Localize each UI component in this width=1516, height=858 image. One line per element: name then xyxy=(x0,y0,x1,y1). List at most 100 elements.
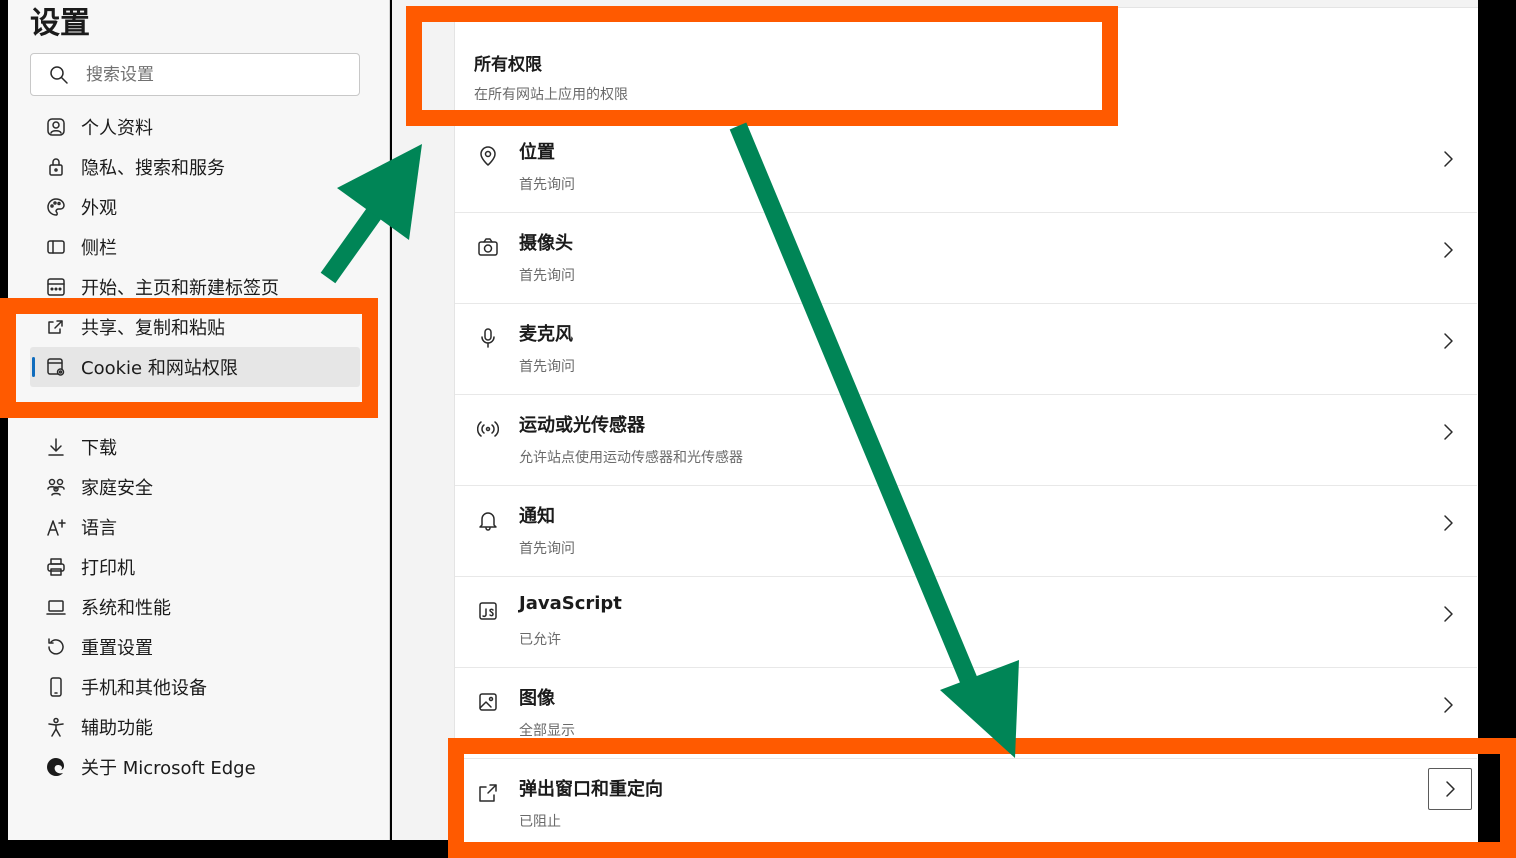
popup-icon xyxy=(479,784,497,802)
laptop-icon xyxy=(46,600,66,615)
sidebar-item-label: 下载 xyxy=(81,438,117,459)
chevron-right-icon xyxy=(1444,242,1453,258)
search-icon xyxy=(50,66,68,84)
profile-icon xyxy=(47,118,65,136)
bell-icon xyxy=(479,512,497,531)
search-settings-box[interactable] xyxy=(30,53,360,96)
sidebar-item-label: 个人资料 xyxy=(81,118,153,139)
permission-row-javascript[interactable]: JavaScript 已允许 xyxy=(455,577,1477,668)
phone-icon xyxy=(50,677,62,697)
chevron-right-icon xyxy=(1444,424,1453,440)
camera-icon xyxy=(478,238,498,256)
sidebar-item-share[interactable]: 共享、复制和粘贴 xyxy=(30,307,360,347)
permission-status: 全部显示 xyxy=(519,723,575,739)
chevron-right-icon xyxy=(1444,333,1453,349)
home-tab-icon xyxy=(47,278,65,296)
sidebar-title: 设置 xyxy=(30,6,90,41)
sidebar-item-label: 共享、复制和粘贴 xyxy=(81,318,225,339)
sidebar-item-printers[interactable]: 打印机 xyxy=(30,547,360,587)
download-icon xyxy=(48,438,64,456)
sidebar-item-accessibility[interactable]: 辅助功能 xyxy=(30,707,360,747)
sidebar-item-start-home[interactable]: 开始、主页和新建标签页 xyxy=(30,267,360,307)
permission-title: 弹出窗口和重定向 xyxy=(519,779,663,800)
all-permissions-title: 所有权限 xyxy=(474,55,542,75)
image-icon xyxy=(479,693,497,711)
chevron-right-icon xyxy=(1444,515,1453,531)
reset-icon xyxy=(48,638,64,655)
chevron-right-icon xyxy=(1444,697,1453,713)
sensor-icon xyxy=(477,421,499,437)
sidebar-item-label: 家庭安全 xyxy=(81,478,153,499)
permission-row-location[interactable]: 位置 首先询问 xyxy=(455,122,1477,213)
cookie-settings-icon xyxy=(47,358,65,376)
sidebar-item-label: 语言 xyxy=(81,518,117,539)
sidebar-item-system[interactable]: 系统和性能 xyxy=(30,587,360,627)
frame-border-right xyxy=(1478,0,1516,858)
sidebar-icon xyxy=(47,240,65,254)
permission-title: 通知 xyxy=(519,506,555,527)
permission-title: 图像 xyxy=(519,688,555,709)
edge-logo-icon xyxy=(47,758,64,776)
permission-status: 首先询问 xyxy=(519,359,575,375)
share-icon xyxy=(48,320,63,334)
frame-border-left xyxy=(0,0,8,858)
chevron-right-icon xyxy=(1444,151,1453,167)
permission-status: 已允许 xyxy=(519,632,561,648)
permission-title: 摄像头 xyxy=(519,233,573,254)
printer-icon xyxy=(47,558,65,576)
chevron-right-icon xyxy=(1444,606,1453,622)
permission-row-images[interactable]: 图像 全部显示 xyxy=(455,668,1477,759)
search-input[interactable] xyxy=(86,62,346,88)
permission-row-microphone[interactable]: 麦克风 首先询问 xyxy=(455,304,1477,395)
sidebar-item-reset[interactable]: 重置设置 xyxy=(30,627,360,667)
sidebar-item-label: 侧栏 xyxy=(81,238,117,259)
sidebar-item-label: 打印机 xyxy=(81,558,135,579)
settings-sidebar: 设置 个人资料 隐私、搜索和服务 外观 侧栏 开始、主页和新建标签页 共享、复制… xyxy=(8,0,390,840)
permission-row-notifications[interactable]: 通知 首先询问 xyxy=(455,486,1477,577)
sidebar-item-about[interactable]: 关于 Microsoft Edge xyxy=(30,747,360,787)
sidebar-item-label: 外观 xyxy=(81,198,117,219)
lock-icon xyxy=(49,158,63,176)
permission-status: 允许站点使用运动传感器和光传感器 xyxy=(519,450,743,466)
sidebar-item-downloads[interactable]: 下载 xyxy=(30,427,360,467)
permission-title: 位置 xyxy=(519,142,555,163)
permission-title: 运动或光传感器 xyxy=(519,415,645,436)
sidebar-item-profile[interactable]: 个人资料 xyxy=(30,107,360,147)
sidebar-item-phone[interactable]: 手机和其他设备 xyxy=(30,667,360,707)
sidebar-item-privacy[interactable]: 隐私、搜索和服务 xyxy=(30,147,360,187)
sidebar-item-label: 隐私、搜索和服务 xyxy=(81,158,225,179)
permission-status: 首先询问 xyxy=(519,541,575,557)
chevron-right-icon xyxy=(1446,781,1455,797)
sidebar-item-label: 关于 Microsoft Edge xyxy=(81,758,256,779)
permission-status: 首先询问 xyxy=(519,177,575,193)
sidebar-item-cookies[interactable]: Cookie 和网站权限 xyxy=(30,347,360,387)
palette-icon xyxy=(47,198,65,216)
javascript-icon xyxy=(479,602,497,620)
permission-row-motion-sensors[interactable]: 运动或光传感器 允许站点使用运动传感器和光传感器 xyxy=(455,395,1477,486)
permission-row-popups[interactable]: 弹出窗口和重定向 已阻止 xyxy=(455,759,1477,850)
popups-open-button[interactable] xyxy=(1428,768,1472,810)
permission-status: 已阻止 xyxy=(519,814,561,830)
permission-row-camera[interactable]: 摄像头 首先询问 xyxy=(455,213,1477,304)
sidebar-item-label: Cookie 和网站权限 xyxy=(81,358,238,379)
sidebar-item-language[interactable]: 语言 xyxy=(30,507,360,547)
sidebar-item-label: 系统和性能 xyxy=(81,598,171,619)
sidebar-item-appearance[interactable]: 外观 xyxy=(30,187,360,227)
card-top-divider xyxy=(454,0,1478,8)
family-icon xyxy=(47,478,65,496)
all-permissions-subtitle: 在所有网站上应用的权限 xyxy=(474,87,628,103)
language-icon xyxy=(47,519,66,536)
sidebar-item-sidebar[interactable]: 侧栏 xyxy=(30,227,360,267)
sidebar-item-label: 手机和其他设备 xyxy=(81,678,207,699)
location-icon xyxy=(480,146,496,166)
sidebar-item-label: 辅助功能 xyxy=(81,718,153,739)
permission-status: 首先询问 xyxy=(519,268,575,284)
sidebar-item-family[interactable]: 家庭安全 xyxy=(30,467,360,507)
sidebar-item-label: 重置设置 xyxy=(81,638,153,659)
frame-border-bottom xyxy=(0,840,460,858)
accessibility-icon xyxy=(48,717,64,737)
permission-title: JavaScript xyxy=(519,593,622,614)
microphone-icon xyxy=(481,328,495,348)
permission-title: 麦克风 xyxy=(519,324,573,345)
sidebar-item-label: 开始、主页和新建标签页 xyxy=(81,278,279,299)
